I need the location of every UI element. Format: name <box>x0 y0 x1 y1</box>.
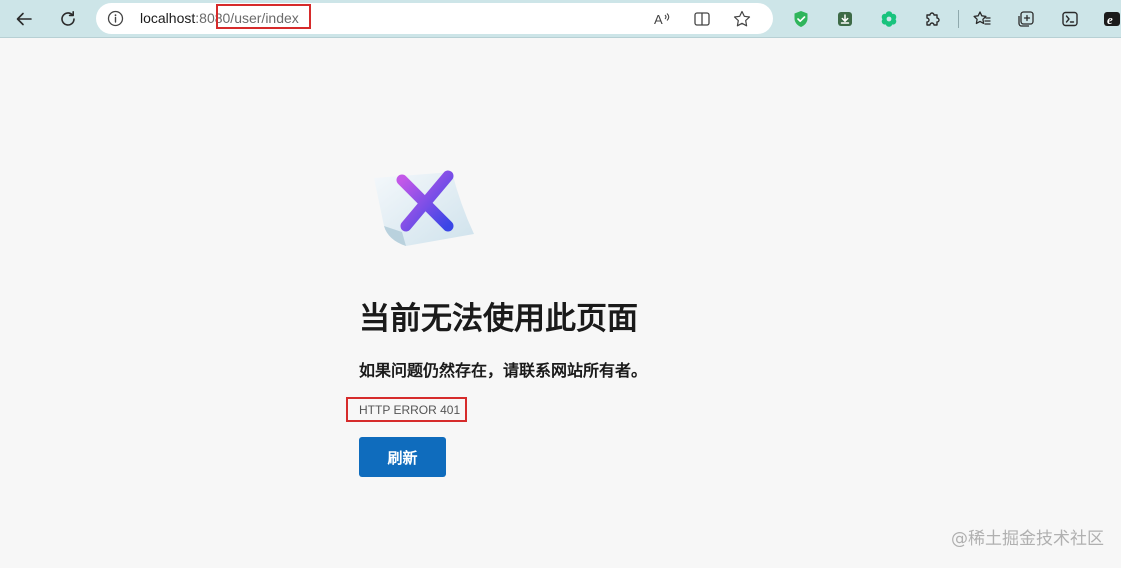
refresh-button[interactable]: 刷新 <box>359 437 446 477</box>
chatgpt-extension-button[interactable] <box>875 5 903 33</box>
read-aloud-icon[interactable]: A <box>652 9 672 29</box>
shield-extension-icon <box>791 9 811 29</box>
url-host: localhost <box>140 10 196 26</box>
watermark: @稀土掘金技术社区 <box>951 529 1104 549</box>
refresh-icon <box>58 9 78 29</box>
page-title: 当前无法使用此页面 <box>359 301 638 337</box>
extensions-button[interactable] <box>919 5 947 33</box>
collections-button[interactable] <box>1012 5 1040 33</box>
download-extension-icon <box>835 9 855 29</box>
shield-extension-button[interactable] <box>787 5 815 33</box>
back-button[interactable] <box>10 5 38 33</box>
favorite-star-icon[interactable] <box>732 9 752 29</box>
toolbar-separator <box>958 10 959 28</box>
error-description: 如果问题仍然存在，请联系网站所有者。 <box>359 361 648 380</box>
svg-text:A: A <box>654 12 663 27</box>
error-illustration <box>368 166 478 252</box>
favorites-button[interactable] <box>968 5 996 33</box>
edge-button[interactable]: e <box>1098 5 1121 33</box>
screenshot-button[interactable] <box>1056 5 1084 33</box>
favorites-icon <box>972 9 992 29</box>
download-extension-button[interactable] <box>831 5 859 33</box>
chatgpt-extension-icon <box>879 9 899 29</box>
back-arrow-icon <box>14 9 34 29</box>
collections-icon <box>1016 9 1036 29</box>
screenshot-icon <box>1060 9 1080 29</box>
split-screen-icon[interactable] <box>692 9 712 29</box>
reload-button[interactable] <box>54 5 82 33</box>
extensions-puzzle-icon <box>923 9 943 29</box>
url-highlight-box <box>216 4 311 29</box>
edge-icon: e <box>1102 9 1121 29</box>
info-icon[interactable] <box>107 10 124 27</box>
svg-text:e: e <box>1107 12 1113 27</box>
address-bar[interactable]: localhost:8080/user/index A <box>96 3 773 34</box>
error-code-highlight-box <box>346 397 467 422</box>
error-x-icon <box>374 170 474 246</box>
browser-toolbar: localhost:8080/user/index A e <box>0 0 1121 38</box>
